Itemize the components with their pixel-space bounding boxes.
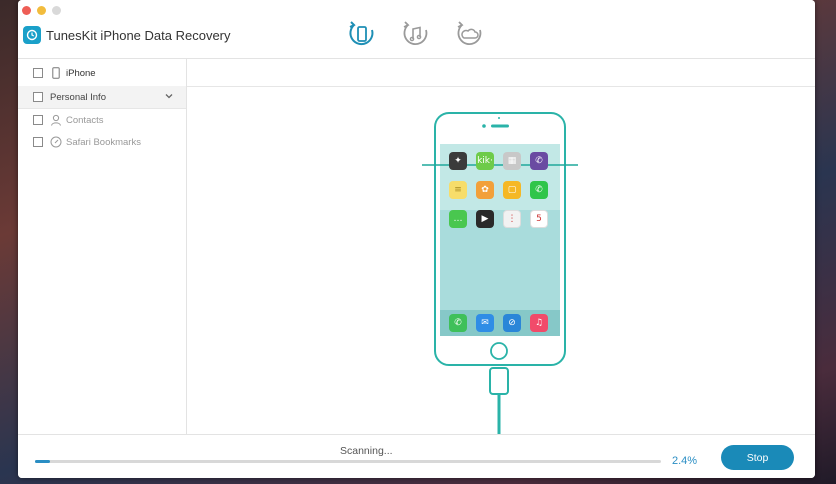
sidebar-item-iphone[interactable]: iPhone: [18, 61, 186, 85]
scan-progress-percent: 2.4%: [672, 455, 698, 467]
sidebar-item-safari-bookmarks[interactable]: Safari Bookmarks: [18, 130, 186, 154]
home-app-icon: ⋮: [503, 210, 521, 228]
scan-status: Scanning...: [340, 445, 393, 457]
home-app-icon: ✆: [530, 152, 548, 170]
dock-apps: ✆ ✉ ⊘ ♫: [449, 314, 553, 332]
iphone-checkbox[interactable]: [33, 68, 43, 78]
sidebar-item-label: Contacts: [66, 114, 104, 126]
dock-app-icon: ⊘: [503, 314, 521, 332]
recover-from-icloud-button[interactable]: [454, 18, 486, 50]
minimize-window-button[interactable]: [37, 6, 46, 15]
home-app-icon: 5: [530, 210, 548, 228]
scan-progress-bar: [35, 460, 661, 463]
home-app-icon: ▢: [503, 181, 521, 199]
zoom-window-button[interactable]: [52, 6, 61, 15]
chevron-down-icon[interactable]: [164, 91, 174, 104]
recover-from-device-button[interactable]: [346, 18, 378, 50]
iphone-icon: [50, 67, 62, 79]
home-app-icon: …: [449, 210, 467, 228]
sidebar-group-personal-info[interactable]: Personal Info: [18, 86, 186, 108]
itunes-recover-icon: [403, 21, 428, 45]
scan-footer: Scanning... 2.4% Stop: [18, 434, 815, 478]
home-app-icon: ▶: [476, 210, 494, 228]
home-screen-apps: ✦ kik· ▦ ✆ ≡ ✿ ▢ ✆ … ▶ ⋮ 5: [449, 152, 553, 228]
sidebar-group-label: Personal Info: [50, 91, 106, 103]
home-app-icon: ▦: [503, 152, 521, 170]
recover-from-itunes-button[interactable]: [400, 18, 432, 50]
stop-button[interactable]: Stop: [721, 445, 794, 470]
dock-app-icon: ✉: [476, 314, 494, 332]
dock-app-icon: ✆: [449, 314, 467, 332]
sidebar-item-label: Safari Bookmarks: [66, 136, 141, 148]
scan-progress-fill: [35, 460, 51, 463]
compass-icon: [50, 136, 62, 148]
dock-app-icon: ♫: [530, 314, 548, 332]
contact-icon: [50, 114, 62, 126]
home-app-icon: ≡: [449, 181, 467, 199]
content-header-divider: [187, 86, 815, 87]
home-app-icon: kik·: [476, 152, 494, 170]
phone-recover-icon: [349, 21, 374, 46]
sidebar-item-contacts[interactable]: Contacts: [18, 108, 186, 132]
category-sidebar: iPhone Personal Info Contacts Safari Boo…: [18, 59, 187, 434]
home-app-icon: ✦: [449, 152, 467, 170]
title-bar: TunesKit iPhone Data Recovery: [18, 0, 815, 59]
home-app-icon: ✿: [476, 181, 494, 199]
personal-info-checkbox[interactable]: [33, 92, 43, 102]
close-window-button[interactable]: [22, 6, 31, 15]
sidebar-item-label: iPhone: [66, 67, 96, 79]
app-logo-icon: [23, 26, 41, 44]
icloud-recover-icon: [457, 21, 482, 45]
home-app-icon: ✆: [530, 181, 548, 199]
app-title: TunesKit iPhone Data Recovery: [46, 28, 231, 43]
contacts-checkbox[interactable]: [33, 115, 43, 125]
safari-bookmarks-checkbox[interactable]: [33, 137, 43, 147]
app-window: TunesKit iPhone Data Recovery iPhone Per…: [18, 0, 815, 478]
scanning-illustration: ✦ kik· ▦ ✆ ≡ ✿ ▢ ✆ … ▶ ⋮ 5 ✆ ✉ ⊘ ♫: [422, 110, 592, 435]
